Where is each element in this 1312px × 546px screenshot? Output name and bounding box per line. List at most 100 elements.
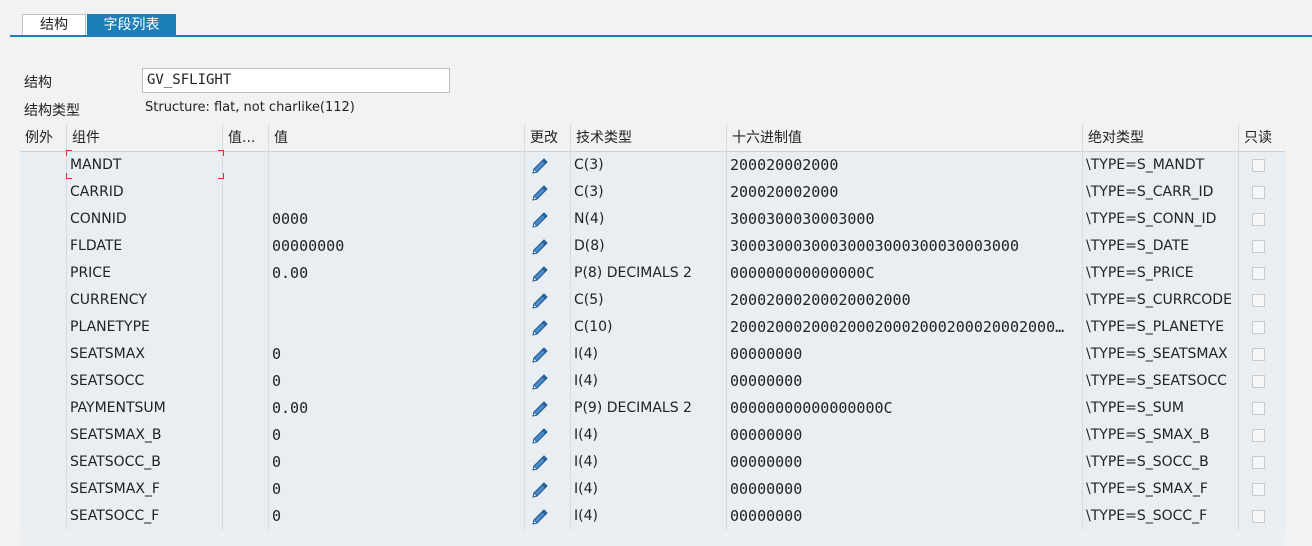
table-row[interactable]: SEATSOCC_B 0 I(4) 00000000 \TYPE=S_SOCC_…	[20, 449, 1285, 476]
hex-value-cell: 200020002000200020002000200020002000…	[730, 318, 1065, 336]
readonly-checkbox[interactable]	[1252, 429, 1265, 442]
table-row[interactable]: PRICE 0.00 P(8) DECIMALS 2 0000000000000…	[20, 260, 1285, 287]
hex-value-cell: 20002000200020002000	[730, 291, 911, 309]
tech-type-cell: I(4)	[574, 508, 598, 524]
readonly-cell	[1238, 206, 1285, 233]
table-row[interactable]: PLANETYPE C(10) 200020002000200020002000…	[20, 314, 1285, 341]
header-value[interactable]: 值	[268, 124, 524, 152]
header-value-short[interactable]: 值...	[222, 124, 268, 152]
component-cell: SEATSMAX_B	[70, 427, 162, 443]
header-change[interactable]: 更改	[524, 124, 570, 152]
value-cell[interactable]	[268, 314, 523, 341]
edit-cell	[524, 368, 570, 395]
tab-field-list[interactable]: 字段列表	[87, 14, 176, 36]
readonly-cell	[1238, 260, 1285, 287]
value-cell[interactable]: 0	[268, 368, 523, 395]
readonly-checkbox[interactable]	[1252, 267, 1265, 280]
structure-label: 结构	[24, 75, 52, 91]
value-cell[interactable]: 0	[268, 341, 523, 368]
pencil-icon[interactable]	[530, 507, 550, 527]
tab-underline	[10, 35, 1312, 37]
table-row[interactable]: CURRENCY C(5) 20002000200020002000 \TYPE…	[20, 287, 1285, 314]
table-row[interactable]: CONNID 0000 N(4) 3000300030003000 \TYPE=…	[20, 206, 1285, 233]
edit-cell	[524, 395, 570, 422]
table-body: MANDT C(3) 200020002000 \TYPE=S_MANDT CA…	[20, 152, 1285, 530]
value-cell[interactable]: 0000	[268, 206, 523, 233]
tab-structure[interactable]: 结构	[22, 14, 86, 36]
value-cell[interactable]: 0.00	[268, 395, 523, 422]
table-row[interactable]: PAYMENTSUM 0.00 P(9) DECIMALS 2 00000000…	[20, 395, 1285, 422]
header-component[interactable]: 组件	[66, 124, 222, 152]
readonly-checkbox[interactable]	[1252, 348, 1265, 361]
pencil-icon[interactable]	[530, 426, 550, 446]
value-cell[interactable]: 0	[268, 476, 523, 503]
pencil-icon[interactable]	[530, 372, 550, 392]
value-cell[interactable]: 0.00	[268, 260, 523, 287]
table-row[interactable]: SEATSMAX_B 0 I(4) 00000000 \TYPE=S_SMAX_…	[20, 422, 1285, 449]
value-cell[interactable]: 0	[268, 422, 523, 449]
component-cell: SEATSMAX	[70, 346, 145, 362]
pencil-icon[interactable]	[530, 264, 550, 284]
hex-value-cell: 00000000	[730, 372, 803, 390]
pencil-icon[interactable]	[530, 399, 550, 419]
table-row[interactable]: MANDT C(3) 200020002000 \TYPE=S_MANDT	[20, 152, 1285, 179]
tech-type-cell: C(5)	[574, 292, 604, 308]
readonly-checkbox[interactable]	[1252, 294, 1265, 307]
readonly-checkbox[interactable]	[1252, 375, 1265, 388]
header-absolute-type[interactable]: 绝对类型	[1082, 124, 1238, 152]
readonly-checkbox[interactable]	[1252, 240, 1265, 253]
pencil-icon[interactable]	[530, 318, 550, 338]
table-row[interactable]: SEATSMAX_F 0 I(4) 00000000 \TYPE=S_SMAX_…	[20, 476, 1285, 503]
header-exception[interactable]: 例外	[20, 124, 66, 152]
table-row[interactable]: SEATSOCC 0 I(4) 00000000 \TYPE=S_SEATSOC…	[20, 368, 1285, 395]
value-cell[interactable]	[268, 287, 523, 314]
tech-type-cell: C(3)	[574, 157, 604, 173]
table-row[interactable]: FLDATE 00000000 D(8) 3000300030003000300…	[20, 233, 1285, 260]
readonly-checkbox[interactable]	[1252, 402, 1265, 415]
tech-type-cell: C(3)	[574, 184, 604, 200]
tech-type-cell: N(4)	[574, 211, 605, 227]
readonly-checkbox[interactable]	[1252, 483, 1265, 496]
component-cell: SEATSMAX_F	[70, 481, 160, 497]
pencil-icon[interactable]	[530, 237, 550, 257]
readonly-checkbox[interactable]	[1252, 456, 1265, 469]
pencil-icon[interactable]	[530, 345, 550, 365]
table-row[interactable]: CARRID C(3) 200020002000 \TYPE=S_CARR_ID	[20, 179, 1285, 206]
table-row[interactable]: SEATSOCC_F 0 I(4) 00000000 \TYPE=S_SOCC_…	[20, 503, 1285, 530]
component-cell: FLDATE	[70, 238, 123, 254]
readonly-checkbox[interactable]	[1252, 213, 1265, 226]
value-cell[interactable]	[268, 179, 523, 206]
readonly-checkbox[interactable]	[1252, 186, 1265, 199]
edit-cell	[524, 503, 570, 530]
pencil-icon[interactable]	[530, 480, 550, 500]
readonly-checkbox[interactable]	[1252, 321, 1265, 334]
pencil-icon[interactable]	[530, 453, 550, 473]
pencil-icon[interactable]	[530, 291, 550, 311]
absolute-type-cell: \TYPE=S_SEATSOCC	[1086, 373, 1227, 389]
readonly-cell	[1238, 449, 1285, 476]
hex-value-cell: 00000000	[730, 426, 803, 444]
value-cell[interactable]	[268, 152, 523, 179]
pencil-icon[interactable]	[530, 183, 550, 203]
component-cell: PLANETYPE	[70, 319, 150, 335]
header-readonly[interactable]: 只读	[1238, 124, 1285, 152]
readonly-cell	[1238, 179, 1285, 206]
absolute-type-cell: \TYPE=S_MANDT	[1086, 157, 1205, 173]
value-cell[interactable]: 00000000	[268, 233, 523, 260]
structure-name-field[interactable]: GV_SFLIGHT	[142, 68, 450, 93]
header-hex-value[interactable]: 十六进制值	[726, 124, 1082, 152]
absolute-type-cell: \TYPE=S_SUM	[1086, 400, 1184, 416]
absolute-type-cell: \TYPE=S_CURRCODE	[1086, 292, 1232, 308]
component-cell: CURRENCY	[70, 292, 147, 308]
table-row[interactable]: SEATSMAX 0 I(4) 00000000 \TYPE=S_SEATSMA…	[20, 341, 1285, 368]
tech-type-cell: P(8) DECIMALS 2	[574, 265, 692, 281]
pencil-icon[interactable]	[530, 156, 550, 176]
value-cell[interactable]: 0	[268, 503, 523, 530]
component-cell: CONNID	[70, 211, 127, 227]
pencil-icon[interactable]	[530, 210, 550, 230]
header-tech-type[interactable]: 技术类型	[570, 124, 726, 152]
structure-type-label: 结构类型	[24, 103, 80, 119]
value-cell[interactable]: 0	[268, 449, 523, 476]
readonly-checkbox[interactable]	[1252, 510, 1265, 523]
readonly-checkbox[interactable]	[1252, 159, 1265, 172]
